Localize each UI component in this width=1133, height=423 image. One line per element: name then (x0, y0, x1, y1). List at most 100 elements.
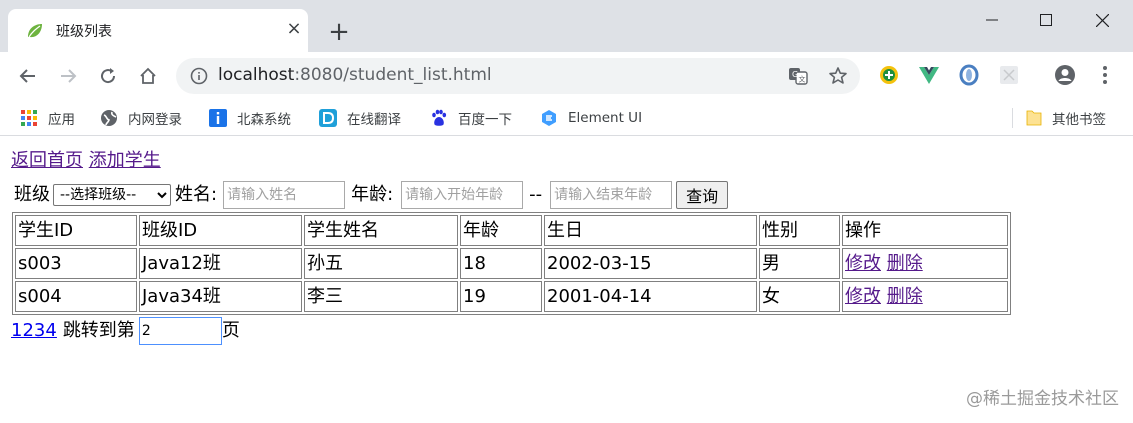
close-icon (1095, 13, 1109, 27)
bookmark-label: 百度一下 (458, 112, 512, 128)
browser-titlebar: 班级列表 × + (0, 0, 1133, 52)
delete-link[interactable]: 删除 (887, 253, 923, 274)
reload-icon (101, 68, 116, 84)
star-bookmark-icon[interactable] (828, 66, 848, 86)
info-icon (209, 109, 227, 127)
student-id-cell: s004 (15, 281, 137, 312)
class-id-cell: Java12班 (139, 248, 302, 279)
age-label: 年龄: (351, 184, 394, 205)
bookmark-label: 在线翻译 (347, 112, 401, 128)
bookmark-online-translate[interactable]: 在线翻译 (319, 107, 401, 129)
birthday-cell: 2001-04-14 (544, 281, 757, 312)
student-name-cell: 李三 (304, 281, 458, 312)
table-header-row: 学生ID 班级ID 学生姓名 年龄 生日 性别 操作 (15, 215, 1008, 246)
actions-cell: 修改 删除 (842, 281, 1008, 312)
class-label: 班级 (14, 184, 50, 205)
name-input[interactable] (223, 181, 346, 209)
bookmark-label: 其他书签 (1052, 112, 1106, 128)
watermark: @稀土掘金技术社区 (966, 389, 1119, 409)
svg-text:文: 文 (799, 75, 806, 84)
home-icon (140, 67, 156, 84)
header-cell: 学生ID (15, 215, 137, 246)
minimize-icon (986, 19, 998, 21)
google-translate-icon[interactable]: G 文 (788, 66, 808, 86)
maximize-button[interactable] (1021, 0, 1071, 40)
page-link-4[interactable]: 4 (45, 320, 56, 341)
page-links: 1234 (11, 320, 57, 342)
browser-tab[interactable]: 班级列表 × (8, 9, 308, 52)
gender-cell: 女 (759, 281, 840, 312)
bookmark-other[interactable]: 其他书签 (1026, 107, 1106, 129)
close-window-button[interactable] (1077, 0, 1127, 40)
browser-toolbar: localhost:8080/student_list.html G 文 (0, 52, 1133, 100)
url-path: :8080/student_list.html (294, 65, 492, 85)
jump-page-input[interactable] (138, 317, 222, 345)
header-cell: 班级ID (139, 215, 302, 246)
bookmark-label: Element UI (568, 110, 643, 126)
extension-green-plus-icon[interactable] (878, 64, 900, 86)
bookmark-label: 应用 (48, 112, 75, 128)
bookmarks-bar: 应用 内网登录 北森系统 在线翻译 百度一下 Element UI 其他书签 (0, 100, 1133, 136)
forward-arrow-icon (61, 69, 77, 83)
more-menu-icon[interactable] (1094, 64, 1116, 86)
profile-avatar-icon[interactable] (1054, 64, 1076, 86)
age-cell: 18 (460, 248, 542, 279)
reload-button[interactable] (94, 62, 122, 90)
spring-leaf-icon (28, 24, 42, 38)
age-start-input[interactable] (401, 181, 524, 209)
header-cell: 学生姓名 (304, 215, 458, 246)
student-id-cell: s003 (15, 248, 137, 279)
edit-link[interactable]: 修改 (845, 253, 881, 274)
age-separator: -- (529, 184, 543, 205)
tab-title: 班级列表 (56, 24, 112, 40)
page-content: 返回首页 添加学生 班级 --选择班级-- 姓名: 年龄: -- 查询 学生ID… (11, 150, 1121, 345)
birthday-cell: 2002-03-15 (544, 248, 757, 279)
student-table: 学生ID 班级ID 学生姓名 年龄 生日 性别 操作 s003 Java12班 … (12, 212, 1011, 315)
table-row: s003 Java12班 孙五 18 2002-03-15 男 修改 删除 (15, 248, 1008, 279)
page-link-3[interactable]: 3 (34, 320, 45, 341)
home-link[interactable]: 返回首页 (11, 150, 83, 171)
info-circle-icon[interactable] (190, 67, 208, 85)
translate-d-icon (319, 109, 337, 127)
folder-icon (1026, 110, 1042, 126)
tab-close-icon[interactable]: × (284, 19, 304, 39)
page-link-1[interactable]: 1 (11, 320, 22, 341)
add-student-link[interactable]: 添加学生 (89, 150, 161, 171)
minimize-button[interactable] (967, 0, 1017, 40)
url-text[interactable]: localhost:8080/student_list.html (218, 65, 492, 85)
age-end-input[interactable] (550, 181, 673, 209)
bookmark-element-ui[interactable]: Element UI (540, 107, 642, 129)
jump-prefix: 跳转到第 (62, 320, 135, 341)
search-form: 班级 --选择班级-- 姓名: 年龄: -- 查询 (11, 180, 1121, 210)
address-bar[interactable]: localhost:8080/student_list.html G 文 (176, 58, 860, 94)
extension-grey-icon[interactable] (998, 64, 1020, 86)
page-link-2[interactable]: 2 (22, 320, 33, 341)
student-name-cell: 孙五 (304, 248, 458, 279)
bookmark-label: 内网登录 (128, 112, 182, 128)
home-button[interactable] (134, 62, 162, 90)
edit-link[interactable]: 修改 (845, 286, 881, 307)
forward-button[interactable] (54, 62, 82, 90)
back-arrow-icon (19, 69, 35, 83)
class-select[interactable]: --选择班级-- (53, 184, 171, 206)
back-button[interactable] (14, 62, 42, 90)
actions-cell: 修改 删除 (842, 248, 1008, 279)
name-label: 姓名: (175, 184, 218, 205)
bookmark-apps[interactable]: 应用 (20, 107, 75, 129)
new-tab-button[interactable]: + (326, 19, 352, 45)
vue-devtools-icon[interactable] (918, 64, 940, 86)
bookmark-label: 北森系统 (237, 112, 291, 128)
bookmark-beisen[interactable]: 北森系统 (209, 107, 291, 129)
pagination: 1234 跳转到第 页 (11, 317, 1121, 345)
element-icon (542, 110, 556, 126)
extension-blue-ring-icon[interactable] (958, 64, 980, 86)
header-cell: 年龄 (460, 215, 542, 246)
baidu-paw-icon (432, 109, 447, 126)
bookmark-intranet-login[interactable]: 内网登录 (100, 107, 182, 129)
delete-link[interactable]: 删除 (887, 286, 923, 307)
top-nav-links: 返回首页 添加学生 (11, 150, 1121, 172)
jump-suffix: 页 (221, 320, 240, 341)
query-button[interactable]: 查询 (676, 181, 729, 209)
maximize-icon (1040, 14, 1052, 26)
bookmark-baidu[interactable]: 百度一下 (430, 107, 512, 129)
